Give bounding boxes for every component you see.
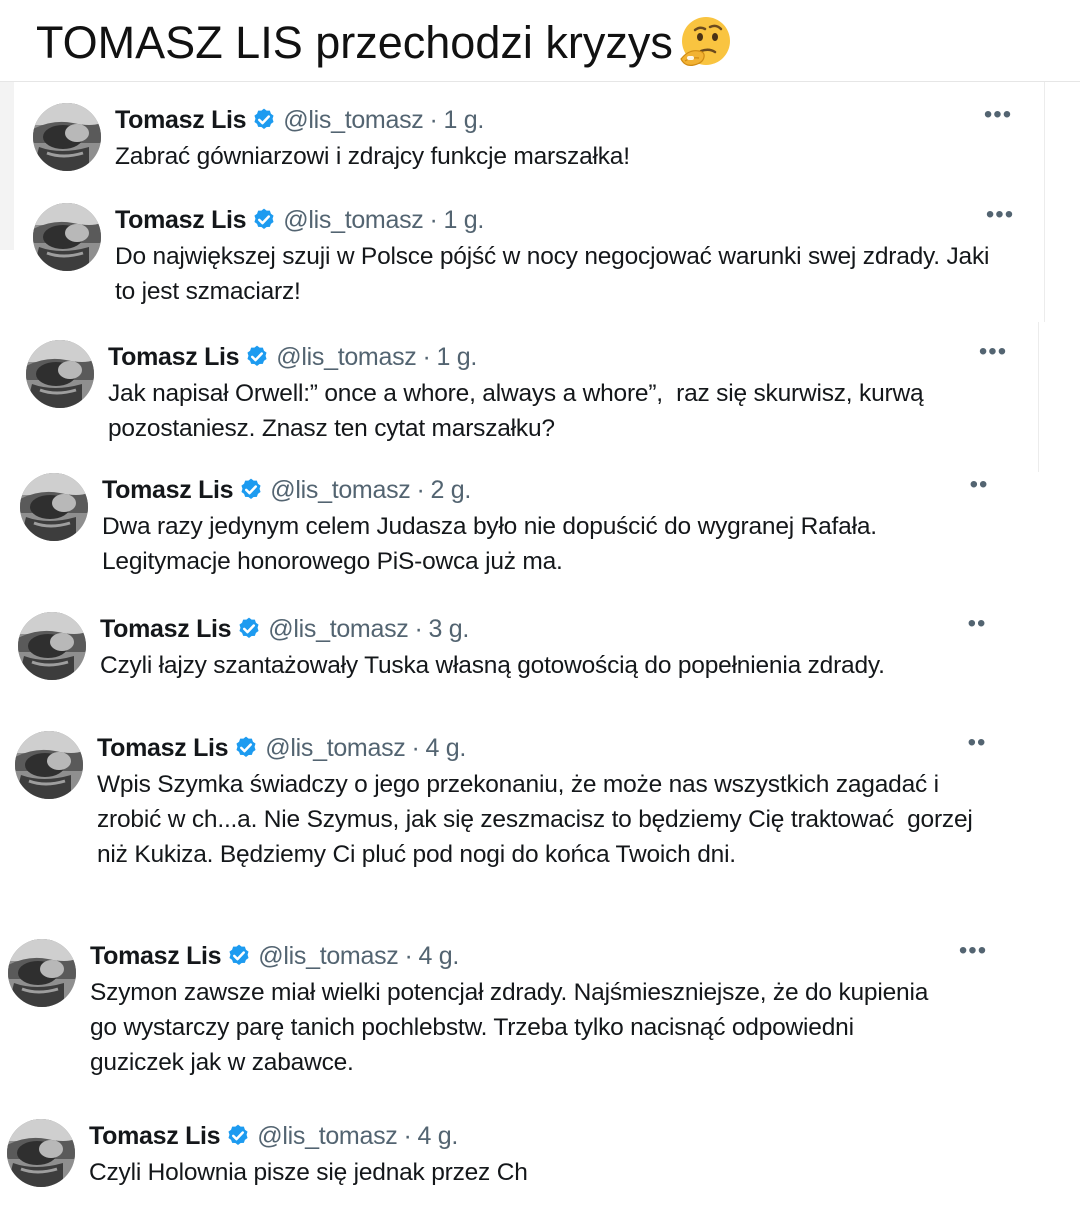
- tweet-text: Czyli Holownia pisze się jednak przez Ch: [89, 1159, 528, 1186]
- separator-dot: ·: [416, 475, 425, 504]
- separator-dot: ·: [414, 614, 423, 643]
- thinking-face-icon: [675, 15, 735, 71]
- verified-badge-icon: [233, 735, 259, 761]
- separator-dot: ·: [403, 1121, 412, 1150]
- author-name[interactable]: Tomasz Lis: [90, 942, 222, 971]
- tweet-time[interactable]: 1 g.: [444, 206, 485, 235]
- tweet-time[interactable]: 1 g.: [437, 343, 478, 372]
- author-handle[interactable]: @lis_tomasz: [276, 343, 416, 372]
- avatar[interactable]: [26, 340, 94, 408]
- tweet-text: Szymon zawsze miał wielki potencjał zdra…: [90, 979, 935, 1076]
- author-handle[interactable]: @lis_tomasz: [283, 206, 423, 235]
- panel-edge-right: [1044, 82, 1045, 322]
- tweet-header: Tomasz Lis @lis_tomasz · 1 g.: [115, 203, 1035, 237]
- tweet-header: Tomasz Lis @lis_tomasz · 4 g.: [89, 1119, 1009, 1153]
- headline-text: TOMASZ LIS przechodzi kryzys: [36, 17, 673, 68]
- more-options-icon[interactable]: •••: [985, 203, 1015, 229]
- more-options-icon[interactable]: •••: [978, 340, 1008, 366]
- tweet-text: Czyli łajzy szantażowały Tuska własną go…: [100, 652, 885, 679]
- tweet[interactable]: Tomasz Lis @lis_tomasz · 4 g. •• Wpis Sz…: [15, 731, 1017, 872]
- verified-badge-icon: [244, 344, 270, 370]
- author-handle[interactable]: @lis_tomasz: [265, 734, 405, 763]
- author-handle[interactable]: @lis_tomasz: [268, 615, 408, 644]
- more-options-icon[interactable]: •••: [958, 939, 988, 965]
- tweet-time[interactable]: 4 g.: [426, 734, 467, 763]
- tweet[interactable]: Tomasz Lis @lis_tomasz · 1 g. ••• Zabrać…: [33, 103, 1035, 174]
- author-handle[interactable]: @lis_tomasz: [270, 476, 410, 505]
- tweet-header: Tomasz Lis @lis_tomasz · 1 g.: [108, 340, 1028, 374]
- panel-edge-left: [0, 82, 14, 250]
- separator-dot: ·: [411, 733, 420, 762]
- verified-badge-icon: [236, 616, 262, 642]
- separator-dot: ·: [429, 205, 438, 234]
- panel-edge-right-2: [1038, 322, 1039, 472]
- tweet-header: Tomasz Lis @lis_tomasz · 4 g.: [97, 731, 1017, 765]
- tweet-header: Tomasz Lis @lis_tomasz · 1 g.: [115, 103, 1035, 137]
- tweet[interactable]: Tomasz Lis @lis_tomasz · 4 g. Czyli Holo…: [7, 1119, 1009, 1190]
- more-options-icon[interactable]: ••: [962, 612, 992, 638]
- author-name[interactable]: Tomasz Lis: [108, 343, 240, 372]
- tweet-text: Wpis Szymka świadczy o jego przekonaniu,…: [97, 771, 980, 868]
- author-name[interactable]: Tomasz Lis: [102, 476, 234, 505]
- verified-badge-icon: [225, 1123, 251, 1149]
- verified-badge-icon: [251, 107, 277, 133]
- tweet-header: Tomasz Lis @lis_tomasz · 2 g.: [102, 473, 1022, 507]
- tweet-time[interactable]: 3 g.: [429, 615, 470, 644]
- more-options-icon[interactable]: •••: [983, 103, 1013, 129]
- separator-dot: ·: [429, 105, 438, 134]
- header-divider: [0, 81, 1080, 82]
- avatar[interactable]: [7, 1119, 75, 1187]
- avatar[interactable]: [15, 731, 83, 799]
- verified-badge-icon: [226, 943, 252, 969]
- page-title: TOMASZ LIS przechodzi kryzys: [36, 14, 735, 72]
- avatar[interactable]: [33, 103, 101, 171]
- tweet[interactable]: Tomasz Lis @lis_tomasz · 3 g. •• Czyli ł…: [18, 612, 1020, 683]
- tweet-time[interactable]: 2 g.: [431, 476, 472, 505]
- author-name[interactable]: Tomasz Lis: [89, 1122, 221, 1151]
- verified-badge-icon: [238, 477, 264, 503]
- tweet-text: Jak napisał Orwell:” once a whore, alway…: [108, 380, 930, 442]
- author-handle[interactable]: @lis_tomasz: [258, 942, 398, 971]
- tweet-header: Tomasz Lis @lis_tomasz · 3 g.: [100, 612, 1020, 646]
- tweet[interactable]: Tomasz Lis @lis_tomasz · 2 g. •• Dwa raz…: [20, 473, 1022, 579]
- tweet-header: Tomasz Lis @lis_tomasz · 4 g.: [90, 939, 1010, 973]
- author-name[interactable]: Tomasz Lis: [97, 734, 229, 763]
- separator-dot: ·: [422, 342, 431, 371]
- author-handle[interactable]: @lis_tomasz: [257, 1122, 397, 1151]
- more-options-icon[interactable]: ••: [964, 473, 994, 499]
- tweet-text: Do największej szuji w Polsce pójść w no…: [115, 243, 996, 305]
- tweet[interactable]: Tomasz Lis @lis_tomasz · 1 g. ••• Jak na…: [26, 340, 1028, 446]
- tweet-time[interactable]: 4 g.: [419, 942, 460, 971]
- author-name[interactable]: Tomasz Lis: [115, 106, 247, 135]
- avatar[interactable]: [20, 473, 88, 541]
- tweet-text: Zabrać gówniarzowi i zdrajcy funkcje mar…: [115, 143, 630, 170]
- avatar[interactable]: [18, 612, 86, 680]
- tweet-text: Dwa razy jedynym celem Judasza było nie …: [102, 513, 884, 575]
- verified-badge-icon: [251, 207, 277, 233]
- author-name[interactable]: Tomasz Lis: [100, 615, 232, 644]
- separator-dot: ·: [404, 941, 413, 970]
- tweet-time[interactable]: 1 g.: [444, 106, 485, 135]
- author-handle[interactable]: @lis_tomasz: [283, 106, 423, 135]
- avatar[interactable]: [8, 939, 76, 1007]
- tweet-time[interactable]: 4 g.: [418, 1122, 459, 1151]
- tweet[interactable]: Tomasz Lis @lis_tomasz · 1 g. ••• Do naj…: [33, 203, 1035, 309]
- avatar[interactable]: [33, 203, 101, 271]
- tweet[interactable]: Tomasz Lis @lis_tomasz · 4 g. ••• Szymon…: [8, 939, 1010, 1080]
- more-options-icon[interactable]: ••: [962, 731, 992, 757]
- author-name[interactable]: Tomasz Lis: [115, 206, 247, 235]
